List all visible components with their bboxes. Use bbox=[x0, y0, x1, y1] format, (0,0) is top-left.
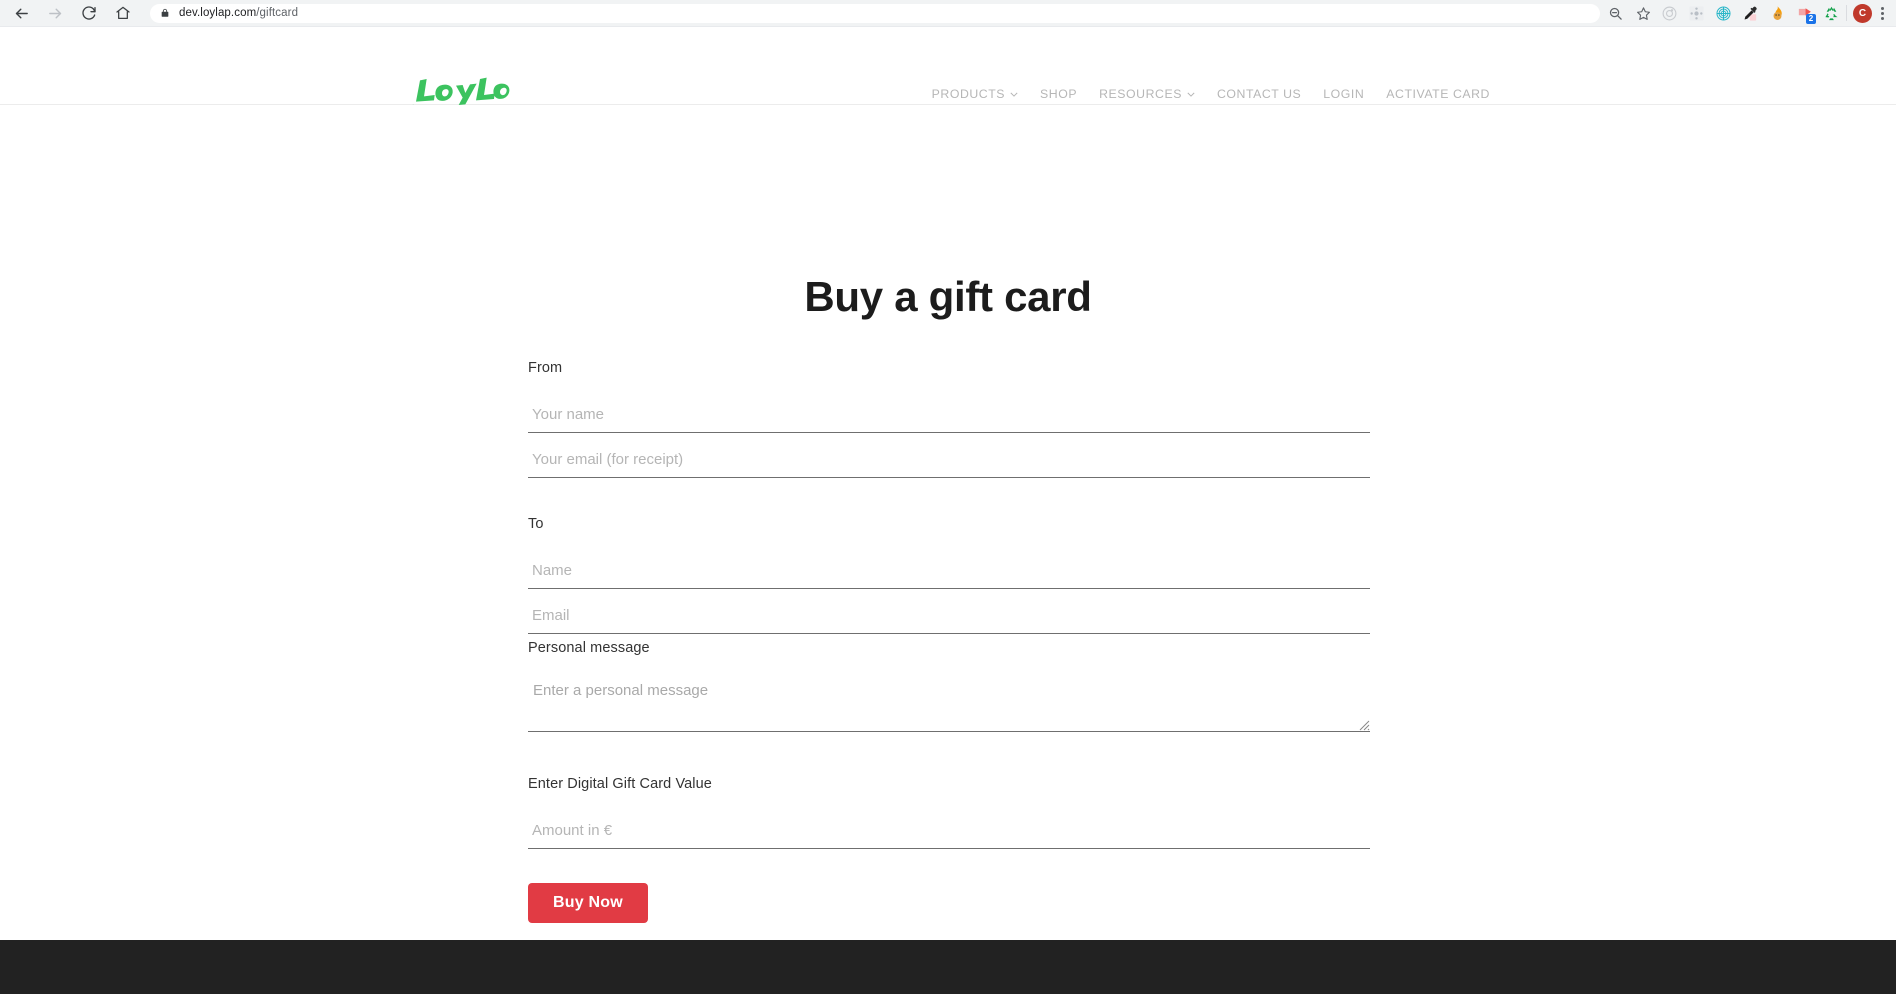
main-navigation: PRODUCTS SHOP RESOURCES CONTACT US LOGIN… bbox=[932, 87, 1490, 101]
from-name-input[interactable] bbox=[528, 400, 1370, 433]
from-email-input[interactable] bbox=[528, 445, 1370, 478]
to-name-input[interactable] bbox=[528, 556, 1370, 589]
site-header: PRODUCTS SHOP RESOURCES CONTACT US LOGIN… bbox=[0, 27, 1896, 111]
gift-card-form: From To Personal message Enter Digital G… bbox=[528, 360, 1370, 923]
extension-toolbar: 2 bbox=[1656, 4, 1840, 24]
flame-extension-icon[interactable] bbox=[1768, 4, 1786, 22]
nav-label: LOGIN bbox=[1323, 87, 1365, 101]
nav-label: CONTACT US bbox=[1216, 87, 1302, 101]
address-bar[interactable]: dev.loylap.com/giftcard bbox=[150, 3, 1600, 23]
nav-item-login[interactable]: LOGIN bbox=[1323, 87, 1364, 101]
star-icon[interactable] bbox=[1634, 4, 1652, 22]
nav-item-resources[interactable]: RESOURCES bbox=[1099, 87, 1195, 101]
browser-toolbar: dev.loylap.com/giftcard 2 C bbox=[0, 0, 1896, 27]
amount-label: Enter Digital Gift Card Value bbox=[528, 776, 712, 792]
home-icon bbox=[115, 5, 131, 21]
site-footer: About us Locations bbox=[0, 940, 1896, 994]
nav-item-shop[interactable]: SHOP bbox=[1040, 87, 1077, 101]
page-title: Buy a gift card bbox=[804, 273, 1092, 321]
url-text: dev.loylap.com/giftcard bbox=[179, 7, 299, 19]
from-section-label: From bbox=[528, 360, 563, 376]
profile-avatar[interactable]: C bbox=[1853, 3, 1872, 23]
forward-arrow-icon bbox=[47, 5, 64, 22]
back-arrow-icon bbox=[13, 5, 30, 22]
nav-label: SHOP bbox=[1040, 87, 1078, 101]
chevron-down-icon bbox=[1010, 92, 1018, 97]
extension-badge-count: 2 bbox=[1806, 14, 1816, 24]
toolbar-divider bbox=[1846, 5, 1847, 21]
nav-label: ACTIVATE CARD bbox=[1386, 87, 1490, 101]
personal-message-textarea[interactable] bbox=[528, 674, 1370, 732]
nav-item-activate-card[interactable]: ACTIVATE CARD bbox=[1386, 87, 1490, 101]
reload-button[interactable] bbox=[74, 1, 104, 25]
grid-extension-icon[interactable] bbox=[1687, 4, 1705, 22]
nav-label: PRODUCTS bbox=[931, 87, 1006, 101]
page-content: Buy a gift card From To Personal message… bbox=[0, 105, 1896, 940]
nav-item-contact-us[interactable]: CONTACT US bbox=[1217, 87, 1301, 101]
forward-button[interactable] bbox=[40, 1, 70, 25]
lock-icon bbox=[160, 7, 170, 19]
nav-label: RESOURCES bbox=[1099, 87, 1182, 101]
zoom-out-magnifier-icon[interactable] bbox=[1606, 4, 1624, 22]
recycle-extension-icon[interactable] bbox=[1822, 4, 1840, 22]
back-button[interactable] bbox=[6, 1, 36, 25]
to-section-label: To bbox=[528, 516, 544, 532]
nav-item-products[interactable]: PRODUCTS bbox=[932, 87, 1018, 101]
web-extension-icon[interactable] bbox=[1714, 4, 1732, 22]
personal-message-label: Personal message bbox=[528, 640, 650, 656]
home-button[interactable] bbox=[108, 1, 138, 25]
amount-input[interactable] bbox=[528, 816, 1370, 849]
chevron-down-icon bbox=[1187, 92, 1195, 97]
eyedropper-extension-icon[interactable] bbox=[1741, 4, 1759, 22]
kebab-menu-icon[interactable] bbox=[1874, 4, 1890, 22]
to-email-input[interactable] bbox=[528, 601, 1370, 634]
video-download-extension-icon[interactable]: 2 bbox=[1795, 4, 1816, 24]
buy-now-button[interactable]: Buy Now bbox=[528, 883, 648, 923]
reload-icon bbox=[81, 5, 97, 21]
orbit-extension-icon[interactable] bbox=[1660, 4, 1678, 22]
personal-message-wrapper bbox=[528, 674, 1370, 732]
